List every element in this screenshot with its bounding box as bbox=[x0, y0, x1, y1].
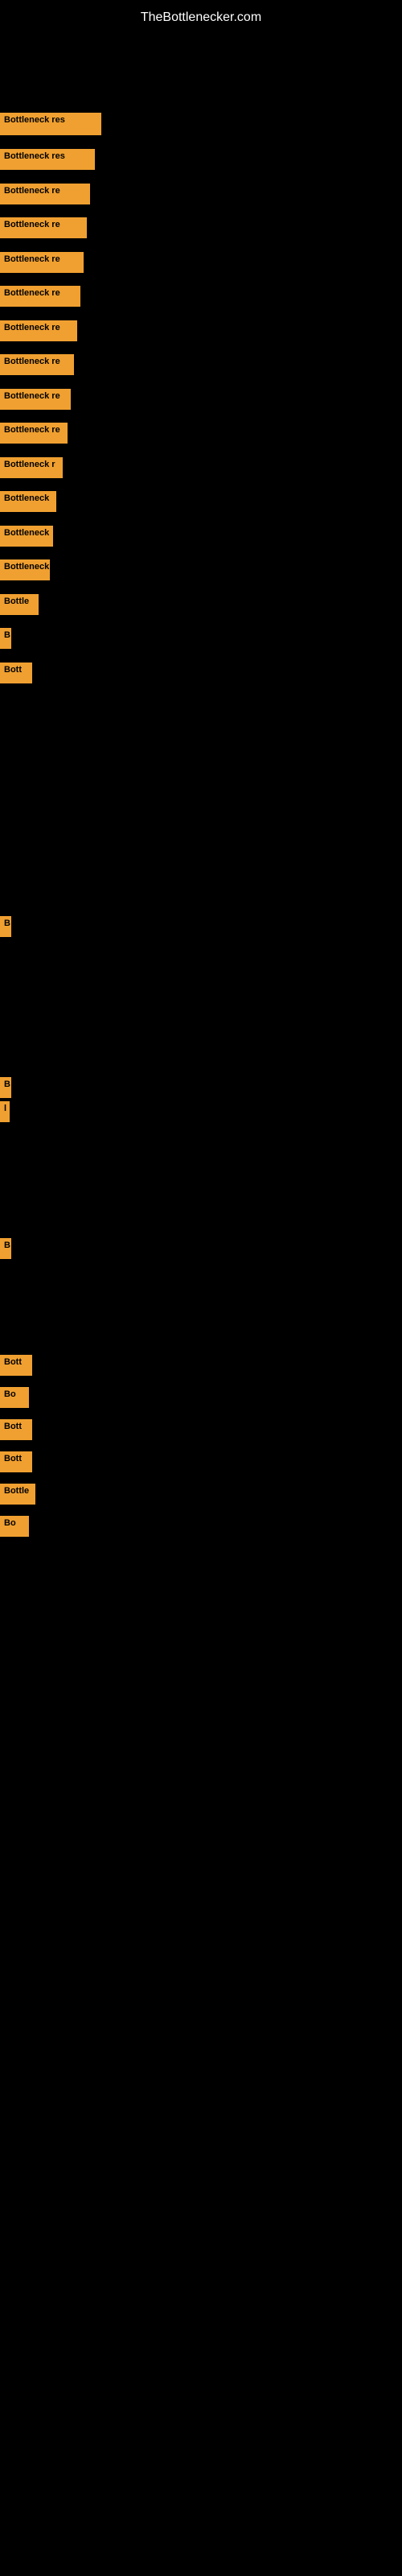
bottleneck-item: Bottleneck re bbox=[0, 354, 74, 375]
bottleneck-item: Bottleneck bbox=[0, 526, 53, 547]
bottleneck-item: B bbox=[0, 916, 11, 937]
bottleneck-item: Bottle bbox=[0, 1484, 35, 1505]
bottleneck-item: l bbox=[0, 1101, 10, 1122]
bottleneck-item: Bottleneck bbox=[0, 559, 50, 580]
bottleneck-item: Bottleneck re bbox=[0, 217, 87, 238]
bottleneck-item: Bott bbox=[0, 1451, 32, 1472]
bottleneck-item: Bottleneck re bbox=[0, 423, 68, 444]
bottleneck-item: Bottleneck re bbox=[0, 320, 77, 341]
bottleneck-item: Bottleneck re bbox=[0, 389, 71, 410]
bottleneck-item: Bottle bbox=[0, 594, 39, 615]
bottleneck-item: Bott bbox=[0, 1419, 32, 1440]
bottleneck-item: Bottleneck re bbox=[0, 184, 90, 204]
bottleneck-item: Bottleneck res bbox=[0, 113, 101, 135]
bottleneck-item: Bo bbox=[0, 1516, 29, 1537]
bottleneck-item: Bottleneck re bbox=[0, 286, 80, 307]
bottleneck-item: B bbox=[0, 1077, 11, 1098]
bottleneck-item: Bottleneck re bbox=[0, 252, 84, 273]
bottleneck-item: Bottleneck bbox=[0, 491, 56, 512]
bottleneck-item: B bbox=[0, 1238, 11, 1259]
site-title: TheBottlenecker.com bbox=[0, 4, 402, 31]
bottleneck-item: Bottleneck r bbox=[0, 457, 63, 478]
bottleneck-item: Bo bbox=[0, 1387, 29, 1408]
bottleneck-item: Bottleneck res bbox=[0, 149, 95, 170]
bottleneck-item: B bbox=[0, 628, 11, 649]
bottleneck-item: Bott bbox=[0, 1355, 32, 1376]
bottleneck-item: Bott bbox=[0, 663, 32, 683]
